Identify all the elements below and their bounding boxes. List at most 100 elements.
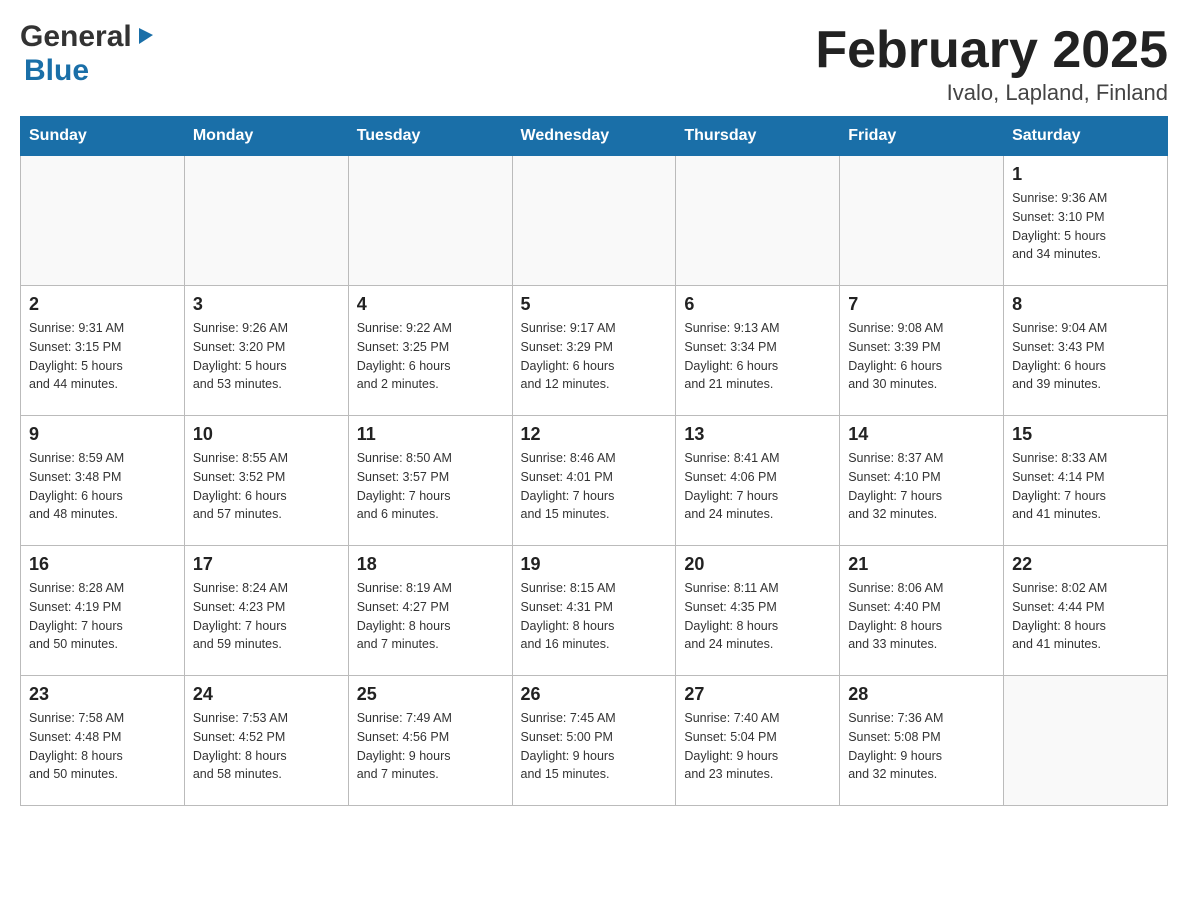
day-info: Sunrise: 8:19 AMSunset: 4:27 PMDaylight:…: [357, 579, 504, 654]
calendar-day-cell: [512, 156, 676, 286]
calendar-day-cell: 4 Sunrise: 9:22 AMSunset: 3:25 PMDaylight…: [348, 286, 512, 416]
calendar-day-cell: 18 Sunrise: 8:19 AMSunset: 4:27 PMDayligh…: [348, 546, 512, 676]
day-number: 26: [521, 684, 668, 705]
day-info: Sunrise: 7:36 AMSunset: 5:08 PMDaylight:…: [848, 709, 995, 784]
calendar-day-cell: 14 Sunrise: 8:37 AMSunset: 4:10 PMDayligh…: [840, 416, 1004, 546]
title-area: February 2025 Ivalo, Lapland, Finland: [815, 20, 1168, 106]
calendar-day-cell: 12 Sunrise: 8:46 AMSunset: 4:01 PMDayligh…: [512, 416, 676, 546]
logo-general: General: [20, 20, 132, 54]
day-number: 3: [193, 294, 340, 315]
col-monday: Monday: [184, 117, 348, 156]
month-title: February 2025: [815, 20, 1168, 80]
day-info: Sunrise: 8:55 AMSunset: 3:52 PMDaylight:…: [193, 449, 340, 524]
calendar-day-cell: 23 Sunrise: 7:58 AMSunset: 4:48 PMDayligh…: [21, 676, 185, 806]
calendar-day-cell: 20 Sunrise: 8:11 AMSunset: 4:35 PMDayligh…: [676, 546, 840, 676]
calendar-day-cell: 26 Sunrise: 7:45 AMSunset: 5:00 PMDayligh…: [512, 676, 676, 806]
day-number: 17: [193, 554, 340, 575]
day-info: Sunrise: 7:53 AMSunset: 4:52 PMDaylight:…: [193, 709, 340, 784]
day-info: Sunrise: 9:26 AMSunset: 3:20 PMDaylight:…: [193, 319, 340, 394]
day-number: 6: [684, 294, 831, 315]
day-info: Sunrise: 9:08 AMSunset: 3:39 PMDaylight:…: [848, 319, 995, 394]
calendar-day-cell: 25Sunrise: 7:49 AMSunset: 4:56 PMDayligh…: [348, 676, 512, 806]
day-info: Sunrise: 8:24 AMSunset: 4:23 PMDaylight:…: [193, 579, 340, 654]
day-info: Sunrise: 8:15 AMSunset: 4:31 PMDaylight:…: [521, 579, 668, 654]
day-number: 24: [193, 684, 340, 705]
page-header: General Blue February 2025 Ivalo, Laplan…: [20, 20, 1168, 106]
day-info: Sunrise: 7:45 AMSunset: 5:00 PMDaylight:…: [521, 709, 668, 784]
calendar-week-row: 1 Sunrise: 9:36 AMSunset: 3:10 PMDaylight…: [21, 156, 1168, 286]
logo: General Blue: [20, 20, 157, 88]
day-info: Sunrise: 9:31 AMSunset: 3:15 PMDaylight:…: [29, 319, 176, 394]
calendar-day-cell: [21, 156, 185, 286]
calendar-day-cell: [840, 156, 1004, 286]
day-number: 21: [848, 554, 995, 575]
day-info: Sunrise: 9:36 AMSunset: 3:10 PMDaylight:…: [1012, 189, 1159, 264]
calendar-day-cell: 22Sunrise: 8:02 AMSunset: 4:44 PMDayligh…: [1004, 546, 1168, 676]
day-number: 4: [357, 294, 504, 315]
day-number: 28: [848, 684, 995, 705]
calendar-week-row: 2 Sunrise: 9:31 AMSunset: 3:15 PMDaylight…: [21, 286, 1168, 416]
day-number: 8: [1012, 294, 1159, 315]
day-number: 15: [1012, 424, 1159, 445]
day-info: Sunrise: 8:33 AMSunset: 4:14 PMDaylight:…: [1012, 449, 1159, 524]
day-info: Sunrise: 7:49 AMSunset: 4:56 PMDaylight:…: [357, 709, 504, 784]
day-number: 16: [29, 554, 176, 575]
day-number: 14: [848, 424, 995, 445]
day-number: 20: [684, 554, 831, 575]
day-number: 19: [521, 554, 668, 575]
col-sunday: Sunday: [21, 117, 185, 156]
day-number: 13: [684, 424, 831, 445]
day-number: 18: [357, 554, 504, 575]
day-info: Sunrise: 8:46 AMSunset: 4:01 PMDaylight:…: [521, 449, 668, 524]
day-number: 5: [521, 294, 668, 315]
col-saturday: Saturday: [1004, 117, 1168, 156]
day-number: 11: [357, 424, 504, 445]
day-number: 23: [29, 684, 176, 705]
day-info: Sunrise: 8:11 AMSunset: 4:35 PMDaylight:…: [684, 579, 831, 654]
day-number: 10: [193, 424, 340, 445]
day-number: 7: [848, 294, 995, 315]
calendar-day-cell: [1004, 676, 1168, 806]
calendar-day-cell: [184, 156, 348, 286]
col-tuesday: Tuesday: [348, 117, 512, 156]
day-info: Sunrise: 7:58 AMSunset: 4:48 PMDaylight:…: [29, 709, 176, 784]
calendar-day-cell: 17 Sunrise: 8:24 AMSunset: 4:23 PMDayligh…: [184, 546, 348, 676]
day-number: 1: [1012, 164, 1159, 185]
calendar-header-row: Sunday Monday Tuesday Wednesday Thursday…: [21, 117, 1168, 156]
calendar-day-cell: 9Sunrise: 8:59 AMSunset: 3:48 PMDaylight…: [21, 416, 185, 546]
logo-blue: Blue: [24, 54, 89, 87]
calendar-week-row: 9Sunrise: 8:59 AMSunset: 3:48 PMDaylight…: [21, 416, 1168, 546]
day-info: Sunrise: 8:41 AMSunset: 4:06 PMDaylight:…: [684, 449, 831, 524]
day-info: Sunrise: 9:17 AMSunset: 3:29 PMDaylight:…: [521, 319, 668, 394]
day-info: Sunrise: 9:13 AMSunset: 3:34 PMDaylight:…: [684, 319, 831, 394]
calendar-table: Sunday Monday Tuesday Wednesday Thursday…: [20, 116, 1168, 806]
location: Ivalo, Lapland, Finland: [815, 80, 1168, 106]
calendar-day-cell: 11 Sunrise: 8:50 AMSunset: 3:57 PMDayligh…: [348, 416, 512, 546]
col-thursday: Thursday: [676, 117, 840, 156]
col-wednesday: Wednesday: [512, 117, 676, 156]
day-info: Sunrise: 9:22 AMSunset: 3:25 PMDaylight:…: [357, 319, 504, 394]
day-info: Sunrise: 8:37 AMSunset: 4:10 PMDaylight:…: [848, 449, 995, 524]
calendar-day-cell: 7 Sunrise: 9:08 AMSunset: 3:39 PMDaylight…: [840, 286, 1004, 416]
calendar-day-cell: 1 Sunrise: 9:36 AMSunset: 3:10 PMDaylight…: [1004, 156, 1168, 286]
day-info: Sunrise: 8:59 AMSunset: 3:48 PMDaylight:…: [29, 449, 176, 524]
calendar-day-cell: 5 Sunrise: 9:17 AMSunset: 3:29 PMDaylight…: [512, 286, 676, 416]
day-info: Sunrise: 7:40 AMSunset: 5:04 PMDaylight:…: [684, 709, 831, 784]
calendar-day-cell: 3 Sunrise: 9:26 AMSunset: 3:20 PMDaylight…: [184, 286, 348, 416]
calendar-day-cell: [348, 156, 512, 286]
calendar-day-cell: 13 Sunrise: 8:41 AMSunset: 4:06 PMDayligh…: [676, 416, 840, 546]
calendar-week-row: 23 Sunrise: 7:58 AMSunset: 4:48 PMDayligh…: [21, 676, 1168, 806]
day-info: Sunrise: 9:04 AMSunset: 3:43 PMDaylight:…: [1012, 319, 1159, 394]
calendar-day-cell: 16Sunrise: 8:28 AMSunset: 4:19 PMDayligh…: [21, 546, 185, 676]
day-info: Sunrise: 8:50 AMSunset: 3:57 PMDaylight:…: [357, 449, 504, 524]
day-number: 2: [29, 294, 176, 315]
day-number: 27: [684, 684, 831, 705]
calendar-day-cell: 8 Sunrise: 9:04 AMSunset: 3:43 PMDaylight…: [1004, 286, 1168, 416]
day-number: 22: [1012, 554, 1159, 575]
day-number: 12: [521, 424, 668, 445]
calendar-day-cell: [676, 156, 840, 286]
col-friday: Friday: [840, 117, 1004, 156]
day-info: Sunrise: 8:06 AMSunset: 4:40 PMDaylight:…: [848, 579, 995, 654]
calendar-day-cell: 21 Sunrise: 8:06 AMSunset: 4:40 PMDayligh…: [840, 546, 1004, 676]
calendar-day-cell: 15 Sunrise: 8:33 AMSunset: 4:14 PMDayligh…: [1004, 416, 1168, 546]
